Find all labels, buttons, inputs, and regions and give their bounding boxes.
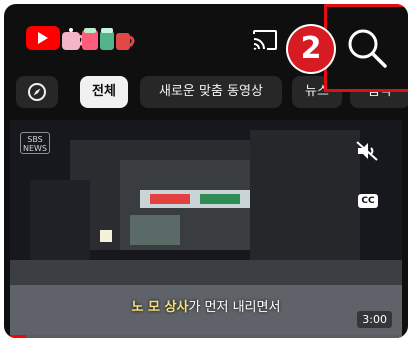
step-number-badge: 2 xyxy=(288,26,334,72)
video-duration: 3:00 xyxy=(357,311,392,328)
cast-icon[interactable] xyxy=(252,29,278,51)
app-frame: 2 전체 새로운 맞춤 동영상 뉴스 음악 xyxy=(4,4,408,338)
subtitle-text: 가 먼저 내리면서 xyxy=(188,300,281,315)
channel-watermark: SBS NEWS xyxy=(20,132,50,154)
coffee-cups-doodle[interactable] xyxy=(60,24,136,54)
captions-icon[interactable]: CC xyxy=(358,194,378,208)
top-bar: 2 xyxy=(4,4,408,92)
chip-new-for-you[interactable]: 새로운 맞춤 동영상 xyxy=(140,76,282,108)
search-button-highlight[interactable] xyxy=(324,4,408,92)
search-icon[interactable] xyxy=(345,26,389,70)
subtitle-highlight: 노 모 상사 xyxy=(131,300,189,315)
chip-explore[interactable] xyxy=(16,76,58,108)
compass-icon xyxy=(28,83,46,101)
video-player[interactable]: SBS NEWS CC 노 모 상사가 먼저 내리면서 3:00 xyxy=(10,120,402,338)
youtube-logo-icon[interactable] xyxy=(26,26,60,50)
video-subtitle: 노 모 상사가 먼저 내리면서 xyxy=(10,296,402,315)
chip-all[interactable]: 전체 xyxy=(80,76,128,108)
muted-speaker-icon[interactable] xyxy=(355,140,379,162)
